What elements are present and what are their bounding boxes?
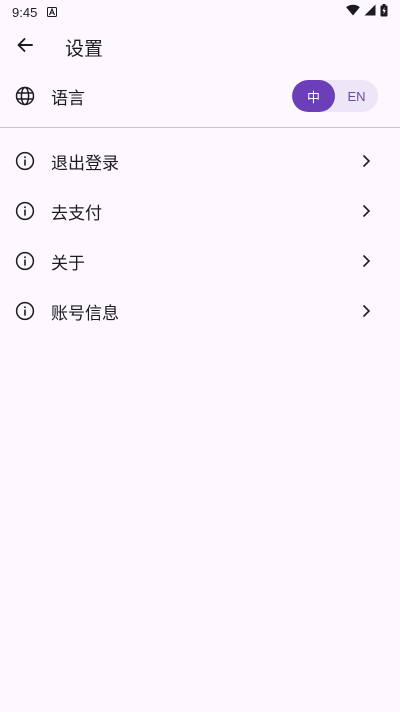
info-icon <box>13 199 37 223</box>
top-app-bar: 设置 <box>0 24 400 70</box>
chevron-right-icon <box>354 149 378 173</box>
menu-item-label: 账号信息 <box>51 303 119 324</box>
language-row: 语言 中 EN <box>0 72 400 120</box>
status-time: 9:45 <box>12 4 38 20</box>
menu-item-about[interactable]: 关于 <box>0 236 400 286</box>
language-toggle: 中 EN <box>292 80 378 112</box>
wifi-icon <box>346 4 360 20</box>
menu-item-account-info[interactable]: 账号信息 <box>0 286 400 336</box>
language-option-zh[interactable]: 中 <box>292 80 335 112</box>
status-icons <box>346 3 388 21</box>
info-icon <box>13 149 37 173</box>
chevron-right-icon <box>354 199 378 223</box>
menu-item-label: 退出登录 <box>51 153 119 174</box>
battery-icon <box>380 3 388 21</box>
chevron-right-icon <box>354 299 378 323</box>
settings-menu-list: 退出登录 去支付 关于 账号信息 <box>0 136 400 336</box>
globe-icon <box>13 84 37 108</box>
signal-icon <box>364 4 376 20</box>
app-notification-icon <box>47 7 58 17</box>
info-icon <box>13 299 37 323</box>
divider <box>0 127 400 128</box>
status-bar: 9:45 <box>0 0 400 24</box>
language-label: 语言 <box>51 88 85 109</box>
menu-item-label: 去支付 <box>51 203 102 224</box>
language-option-en[interactable]: EN <box>335 80 378 112</box>
arrow-back-icon <box>16 36 34 58</box>
menu-item-label: 关于 <box>51 253 85 274</box>
chevron-right-icon <box>354 249 378 273</box>
info-icon <box>13 249 37 273</box>
back-button[interactable] <box>1 24 49 70</box>
menu-item-logout[interactable]: 退出登录 <box>0 136 400 186</box>
menu-item-payment[interactable]: 去支付 <box>0 186 400 236</box>
page-title: 设置 <box>65 37 104 60</box>
